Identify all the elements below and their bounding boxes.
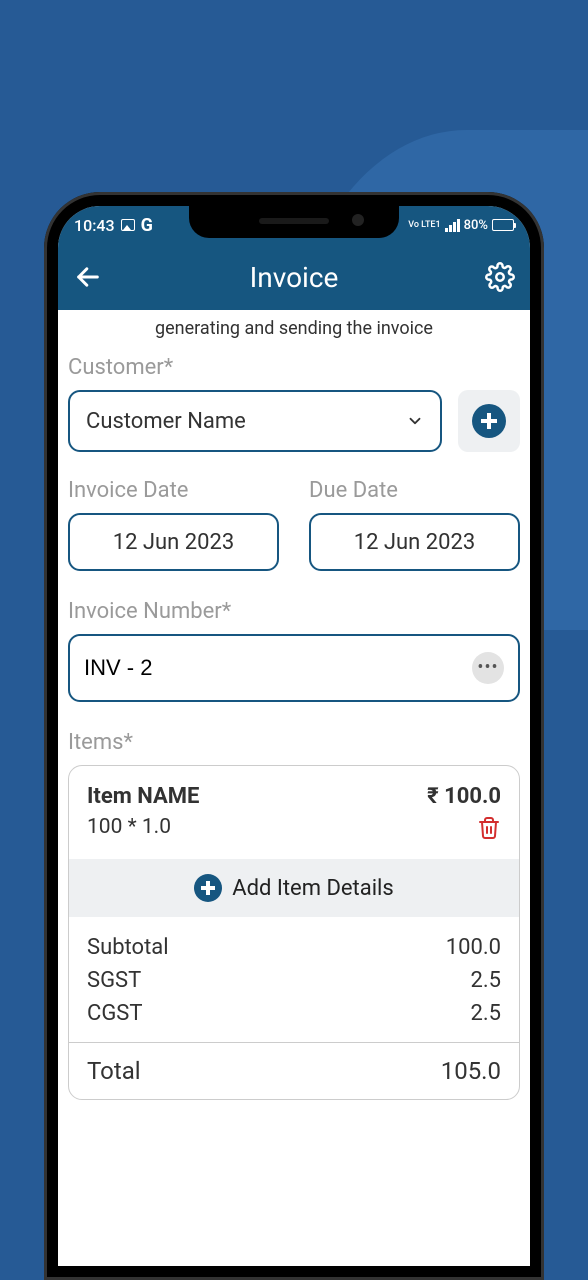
item-qty: 100 * 1.0: [87, 815, 199, 839]
items-card: Item NAME 100 * 1.0 ₹ 100.0 Add Item Det…: [68, 765, 520, 1100]
total-row: Total 105.0: [69, 1043, 519, 1099]
cgst-value: 2.5: [470, 1001, 501, 1026]
arrow-left-icon: [74, 263, 102, 291]
dots-icon: •••: [477, 659, 498, 677]
picture-icon: [121, 219, 135, 231]
due-date-input[interactable]: 12 Jun 2023: [309, 513, 520, 571]
subtotal-value: 100.0: [446, 935, 501, 960]
invoice-date-label: Invoice Date: [68, 478, 279, 503]
item-row: Item NAME 100 * 1.0 ₹ 100.0: [69, 766, 519, 859]
invoice-date-value: 12 Jun 2023: [113, 530, 235, 555]
settings-button[interactable]: [484, 261, 516, 293]
due-date-label: Due Date: [309, 478, 520, 503]
customer-select[interactable]: Customer Name: [68, 390, 442, 452]
battery-icon: [492, 219, 514, 231]
delete-item-button[interactable]: [477, 815, 501, 845]
chevron-down-icon: [406, 412, 424, 430]
g-indicator: G: [141, 215, 153, 236]
invoice-number-field-wrapper: •••: [68, 634, 520, 702]
page-title: Invoice: [250, 261, 339, 294]
signal-icon: [445, 219, 460, 232]
add-item-details-button[interactable]: Add Item Details: [69, 859, 519, 917]
invoice-date-input[interactable]: 12 Jun 2023: [68, 513, 279, 571]
trash-icon: [477, 815, 501, 841]
plus-icon: [472, 404, 506, 438]
totals-section: Subtotal 100.0 SGST 2.5 CGST 2.5: [69, 917, 519, 1042]
items-label: Items*: [68, 730, 520, 755]
add-customer-button[interactable]: [458, 390, 520, 452]
screen: 10:43 G Vo LTE1 80% Invoice generating a…: [58, 206, 530, 1266]
status-time: 10:43: [74, 216, 115, 235]
app-title-bar: Invoice: [58, 244, 530, 310]
total-value: 105.0: [441, 1057, 501, 1085]
hint-text: generating and sending the invoice: [68, 318, 520, 339]
item-name: Item NAME: [87, 784, 199, 809]
customer-select-text: Customer Name: [86, 409, 246, 434]
battery-pct: 80%: [464, 218, 488, 233]
phone-frame: 10:43 G Vo LTE1 80% Invoice generating a…: [44, 192, 544, 1280]
network-indicator: Vo LTE1: [408, 221, 440, 230]
item-price: ₹ 100.0: [427, 784, 501, 809]
plus-icon: [194, 874, 222, 902]
notch: [189, 206, 399, 238]
sgst-label: SGST: [87, 968, 141, 993]
add-item-details-label: Add Item Details: [232, 876, 394, 901]
invoice-number-input[interactable]: [84, 655, 472, 681]
invoice-number-options-button[interactable]: •••: [472, 652, 504, 684]
due-date-value: 12 Jun 2023: [354, 530, 476, 555]
sgst-value: 2.5: [470, 968, 501, 993]
content: generating and sending the invoice Custo…: [58, 310, 530, 1100]
total-label: Total: [87, 1057, 141, 1085]
cgst-label: CGST: [87, 1001, 143, 1026]
back-button[interactable]: [72, 261, 104, 293]
invoice-number-label: Invoice Number*: [68, 599, 520, 624]
subtotal-label: Subtotal: [87, 935, 169, 960]
customer-label: Customer*: [68, 355, 520, 380]
gear-icon: [485, 262, 515, 292]
